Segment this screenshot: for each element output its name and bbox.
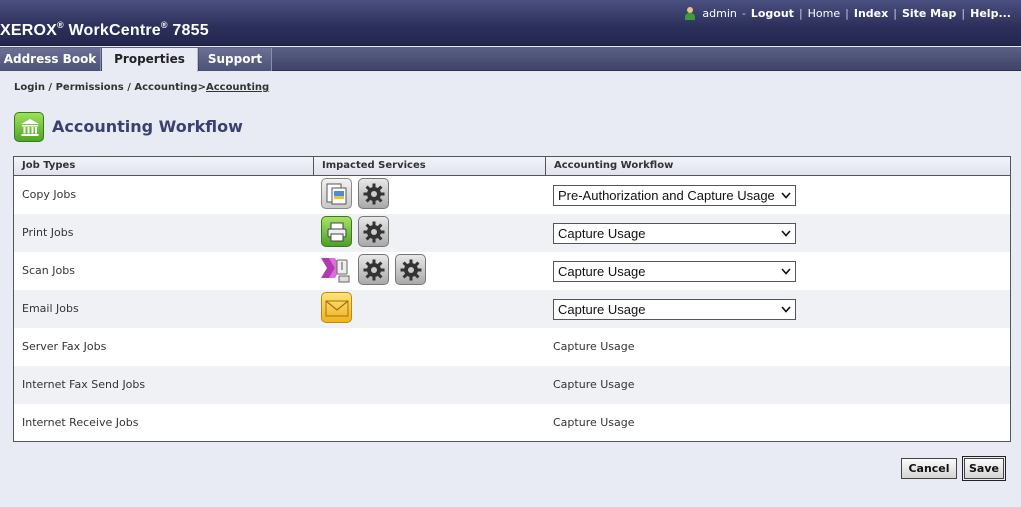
separator: |: [798, 7, 803, 20]
bank-icon: [14, 112, 44, 142]
impacted-services-cell: [321, 216, 389, 250]
product-name: WorkCentre: [68, 22, 161, 39]
save-button[interactable]: Save: [962, 456, 1006, 481]
chevron-down-icon: [781, 192, 791, 199]
job-type-cell: Scan Jobs: [22, 264, 75, 277]
workflow-select-value: Capture Usage: [558, 302, 646, 317]
workflow-select-value: Capture Usage: [558, 226, 646, 241]
home-link[interactable]: Home: [808, 7, 840, 20]
tab-address-book[interactable]: Address Book: [0, 48, 101, 71]
breadcrumb-current[interactable]: Accounting: [206, 82, 269, 93]
job-type-cell: Copy Jobs: [22, 188, 77, 201]
chevron-down-icon: [781, 306, 791, 313]
impacted-services-cell: [321, 254, 426, 288]
header-bar: XEROX® WorkCentre® 7855 admin - Logout |…: [0, 0, 1021, 46]
workflow-select-value: Pre-Authorization and Capture Usage: [558, 188, 775, 203]
brand-name: XEROX: [0, 22, 58, 39]
job-type-cell: Internet Receive Jobs: [22, 416, 139, 429]
print-icon: [321, 216, 352, 247]
breadcrumb-login[interactable]: Login: [14, 82, 45, 93]
table-row: Print Jobs Capture Usage: [14, 214, 1010, 252]
breadcrumb-separator: /: [123, 82, 135, 93]
logout-link[interactable]: Logout: [751, 7, 794, 20]
breadcrumb-separator: >: [197, 82, 206, 93]
table-row: Copy Jobs Pre-Authorization and Capture …: [14, 176, 1010, 214]
job-type-cell: Internet Fax Send Jobs: [22, 378, 146, 391]
separator: |: [845, 7, 849, 20]
table-row: Scan Jobs Capture Usage: [14, 252, 1010, 290]
separator: |: [893, 7, 897, 20]
job-type-cell: Server Fax Jobs: [22, 340, 107, 353]
breadcrumb-permissions[interactable]: Permissions: [56, 82, 124, 93]
help-link[interactable]: Help...: [970, 7, 1011, 20]
workflow-select-value: Capture Usage: [558, 264, 646, 279]
impacted-services-cell: [321, 178, 389, 212]
table-row: Email Jobs Capture Usage: [14, 290, 1010, 328]
separator: |: [961, 7, 966, 20]
column-header-job-types: Job Types: [14, 157, 314, 175]
table-row: Internet Receive Jobs Capture Usage: [14, 404, 1010, 442]
cancel-button[interactable]: Cancel: [901, 458, 957, 479]
gear-icon: [395, 254, 426, 285]
top-links: admin - Logout | Home | Index | Site Map…: [684, 7, 1011, 20]
brand-logo: XEROX® WorkCentre® 7855: [0, 20, 209, 40]
username: admin: [702, 7, 737, 20]
workflow-select-email[interactable]: Capture Usage: [553, 299, 796, 320]
table-row: Internet Fax Send Jobs Capture Usage: [14, 366, 1010, 404]
index-link[interactable]: Index: [854, 7, 888, 20]
job-type-cell: Email Jobs: [22, 302, 79, 315]
page-title: Accounting Workflow: [52, 117, 243, 136]
table-row: Server Fax Jobs Capture Usage: [14, 328, 1010, 366]
column-header-impacted-services: Impacted Services: [314, 157, 546, 175]
impacted-services-cell: [321, 292, 352, 326]
breadcrumb-separator: /: [44, 82, 56, 93]
tab-bar: Address Book Properties Support: [0, 47, 1021, 72]
workflow-value: Capture Usage: [553, 378, 635, 391]
separator: -: [741, 7, 746, 20]
model-number: 7855: [172, 22, 209, 39]
accounting-workflow-table: Job Types Impacted Services Accounting W…: [13, 156, 1011, 442]
workflow-select-copy[interactable]: Pre-Authorization and Capture Usage: [553, 185, 796, 206]
table-header: Job Types Impacted Services Accounting W…: [14, 157, 1010, 176]
chevron-down-icon: [781, 268, 791, 275]
chevron-down-icon: [781, 230, 791, 237]
gear-icon: [358, 254, 389, 285]
site-map-link[interactable]: Site Map: [902, 7, 956, 20]
copy-icon: [321, 178, 352, 209]
workflow-value: Capture Usage: [553, 340, 635, 353]
scan-icon: [321, 254, 352, 285]
tab-properties[interactable]: Properties: [102, 48, 198, 72]
workflow-value: Capture Usage: [553, 416, 635, 429]
email-icon: [321, 292, 352, 323]
reg-mark: ®: [160, 20, 168, 30]
workflow-select-scan[interactable]: Capture Usage: [553, 261, 796, 282]
breadcrumb-accounting[interactable]: Accounting: [134, 82, 197, 93]
user-icon: [684, 7, 696, 20]
column-header-accounting-workflow: Accounting Workflow: [554, 160, 674, 171]
workflow-select-print[interactable]: Capture Usage: [553, 223, 796, 244]
reg-mark: ®: [57, 20, 64, 30]
breadcrumb: Login / Permissions / Accounting>Account…: [14, 82, 269, 93]
tab-support[interactable]: Support: [199, 48, 272, 71]
gear-icon: [358, 216, 389, 247]
job-type-cell: Print Jobs: [22, 226, 74, 239]
gear-icon: [358, 178, 389, 209]
